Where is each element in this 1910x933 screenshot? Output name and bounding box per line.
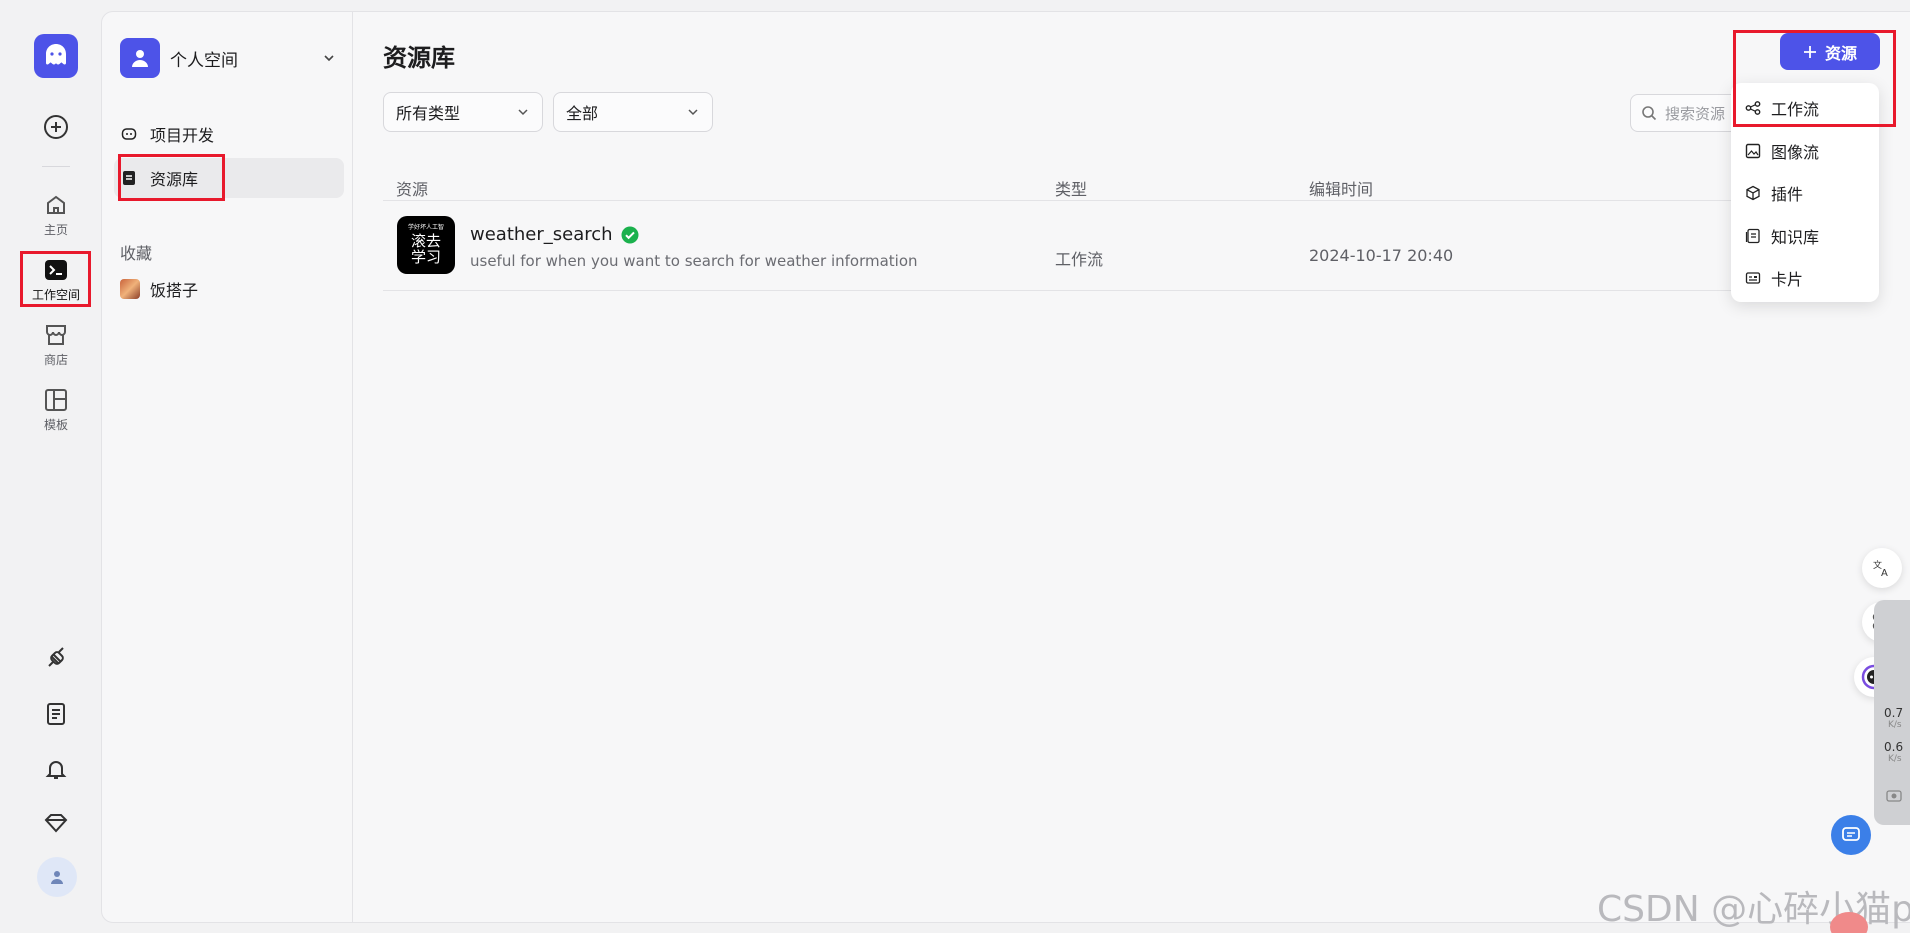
svg-text:A: A [1881, 568, 1888, 578]
menu-item-label: 插件 [1771, 185, 1804, 204]
menu-item-imageflow[interactable]: 图像流 [1745, 136, 1819, 166]
knowledge-book-icon [1745, 228, 1760, 244]
thumbnail-caption: 学好坏人工智 [407, 223, 444, 231]
table-header-divider [383, 200, 1790, 201]
template-icon [45, 389, 67, 411]
camera-icon[interactable] [1886, 788, 1902, 802]
workspace-sidebar: 个人空间 项目开发 资源库 收藏 饭搭子 [101, 11, 353, 923]
sidebar-item-project-dev[interactable]: 项目开发 [114, 114, 344, 154]
resource-thumbnail: 学好坏人工智 滚去 学习 [397, 216, 455, 274]
rail-item-label: 主页 [43, 223, 68, 237]
card-icon [1745, 272, 1761, 284]
robot-icon [120, 125, 138, 143]
chevron-down-icon [518, 109, 528, 116]
rail-divider [42, 166, 70, 167]
highlight-box-workspace [20, 251, 91, 307]
table-row-divider [383, 290, 1790, 291]
rail-item-label: 商店 [43, 353, 68, 367]
person-icon [120, 38, 160, 78]
column-header-type: 类型 [1055, 180, 1088, 199]
thumbnail-line-2: 学习 [410, 247, 441, 266]
user-avatar[interactable] [37, 857, 77, 897]
column-header-edited: 编辑时间 [1309, 180, 1374, 199]
left-rail: 主页 工作空间 商店 模板 [0, 0, 101, 933]
search-icon [1642, 106, 1657, 121]
image-icon [1745, 143, 1761, 159]
menu-item-label: 卡片 [1771, 270, 1804, 289]
favorite-item[interactable]: 饭搭子 [120, 277, 198, 301]
resource-name: weather_search [470, 224, 639, 245]
rail-item-templates[interactable]: 模板 [22, 381, 90, 439]
menu-item-knowledge[interactable]: 知识库 [1745, 221, 1819, 251]
highlight-box-resource-library [118, 154, 225, 201]
download-unit: K/s [1888, 754, 1902, 764]
chevron-down-icon [324, 55, 334, 62]
column-header-resource: 资源 [396, 180, 429, 199]
space-name: 个人空间 [170, 50, 238, 71]
verified-check-icon [621, 226, 639, 243]
diamond-icon[interactable] [42, 809, 70, 837]
user-icon [51, 871, 63, 884]
menu-item-label: 知识库 [1771, 228, 1820, 247]
chat-support-button[interactable] [1831, 815, 1871, 855]
chat-icon [1842, 827, 1860, 841]
store-icon [46, 325, 66, 345]
favorite-thumbnail [120, 279, 140, 299]
bell-icon[interactable] [42, 755, 70, 783]
translate-icon[interactable]: 文A [1862, 548, 1902, 588]
main-content: 资源库 所有类型 全部 搜索资源 资源 类型 编辑时间 学好坏人工智 滚去 学习… [353, 11, 1910, 923]
favorite-label: 饭搭子 [150, 281, 199, 300]
menu-item-plugin[interactable]: 插件 [1745, 178, 1803, 208]
plugin-plug-icon[interactable] [42, 645, 70, 673]
network-speed-widget: 0.7 K/s 0.6 K/s [1874, 600, 1910, 825]
rail-item-label: 模板 [43, 418, 68, 432]
resource-description: useful for when you want to search for w… [470, 252, 918, 270]
upload-unit: K/s [1888, 720, 1902, 730]
document-icon[interactable] [42, 700, 70, 728]
sidebar-item-label: 项目开发 [150, 126, 215, 145]
resource-type: 工作流 [1055, 250, 1104, 269]
page-title: 资源库 [383, 44, 455, 72]
cube-icon [1746, 185, 1760, 201]
resource-name-text: weather_search [470, 224, 613, 245]
type-filter-value: 所有类型 [396, 104, 461, 123]
highlight-box-add-resource [1733, 30, 1896, 127]
scope-filter-value: 全部 [566, 104, 599, 123]
app-logo-icon[interactable] [34, 34, 78, 78]
menu-item-card[interactable]: 卡片 [1745, 263, 1803, 293]
scope-filter-select[interactable]: 全部 [553, 92, 713, 132]
menu-item-label: 图像流 [1771, 143, 1820, 162]
space-switcher[interactable]: 个人空间 [120, 38, 336, 78]
download-speed: 0.6 [1884, 740, 1904, 754]
resource-edited-time: 2024-10-17 20:40 [1309, 246, 1454, 265]
create-plus-icon[interactable] [42, 113, 70, 141]
rail-item-store[interactable]: 商店 [22, 316, 90, 374]
chevron-down-icon [688, 109, 698, 116]
type-filter-select[interactable]: 所有类型 [383, 92, 543, 132]
rail-item-home[interactable]: 主页 [22, 186, 90, 244]
home-icon [47, 195, 65, 214]
search-placeholder: 搜索资源 [1665, 104, 1726, 123]
upload-speed: 0.7 [1884, 706, 1904, 720]
favorites-title: 收藏 [120, 244, 153, 263]
